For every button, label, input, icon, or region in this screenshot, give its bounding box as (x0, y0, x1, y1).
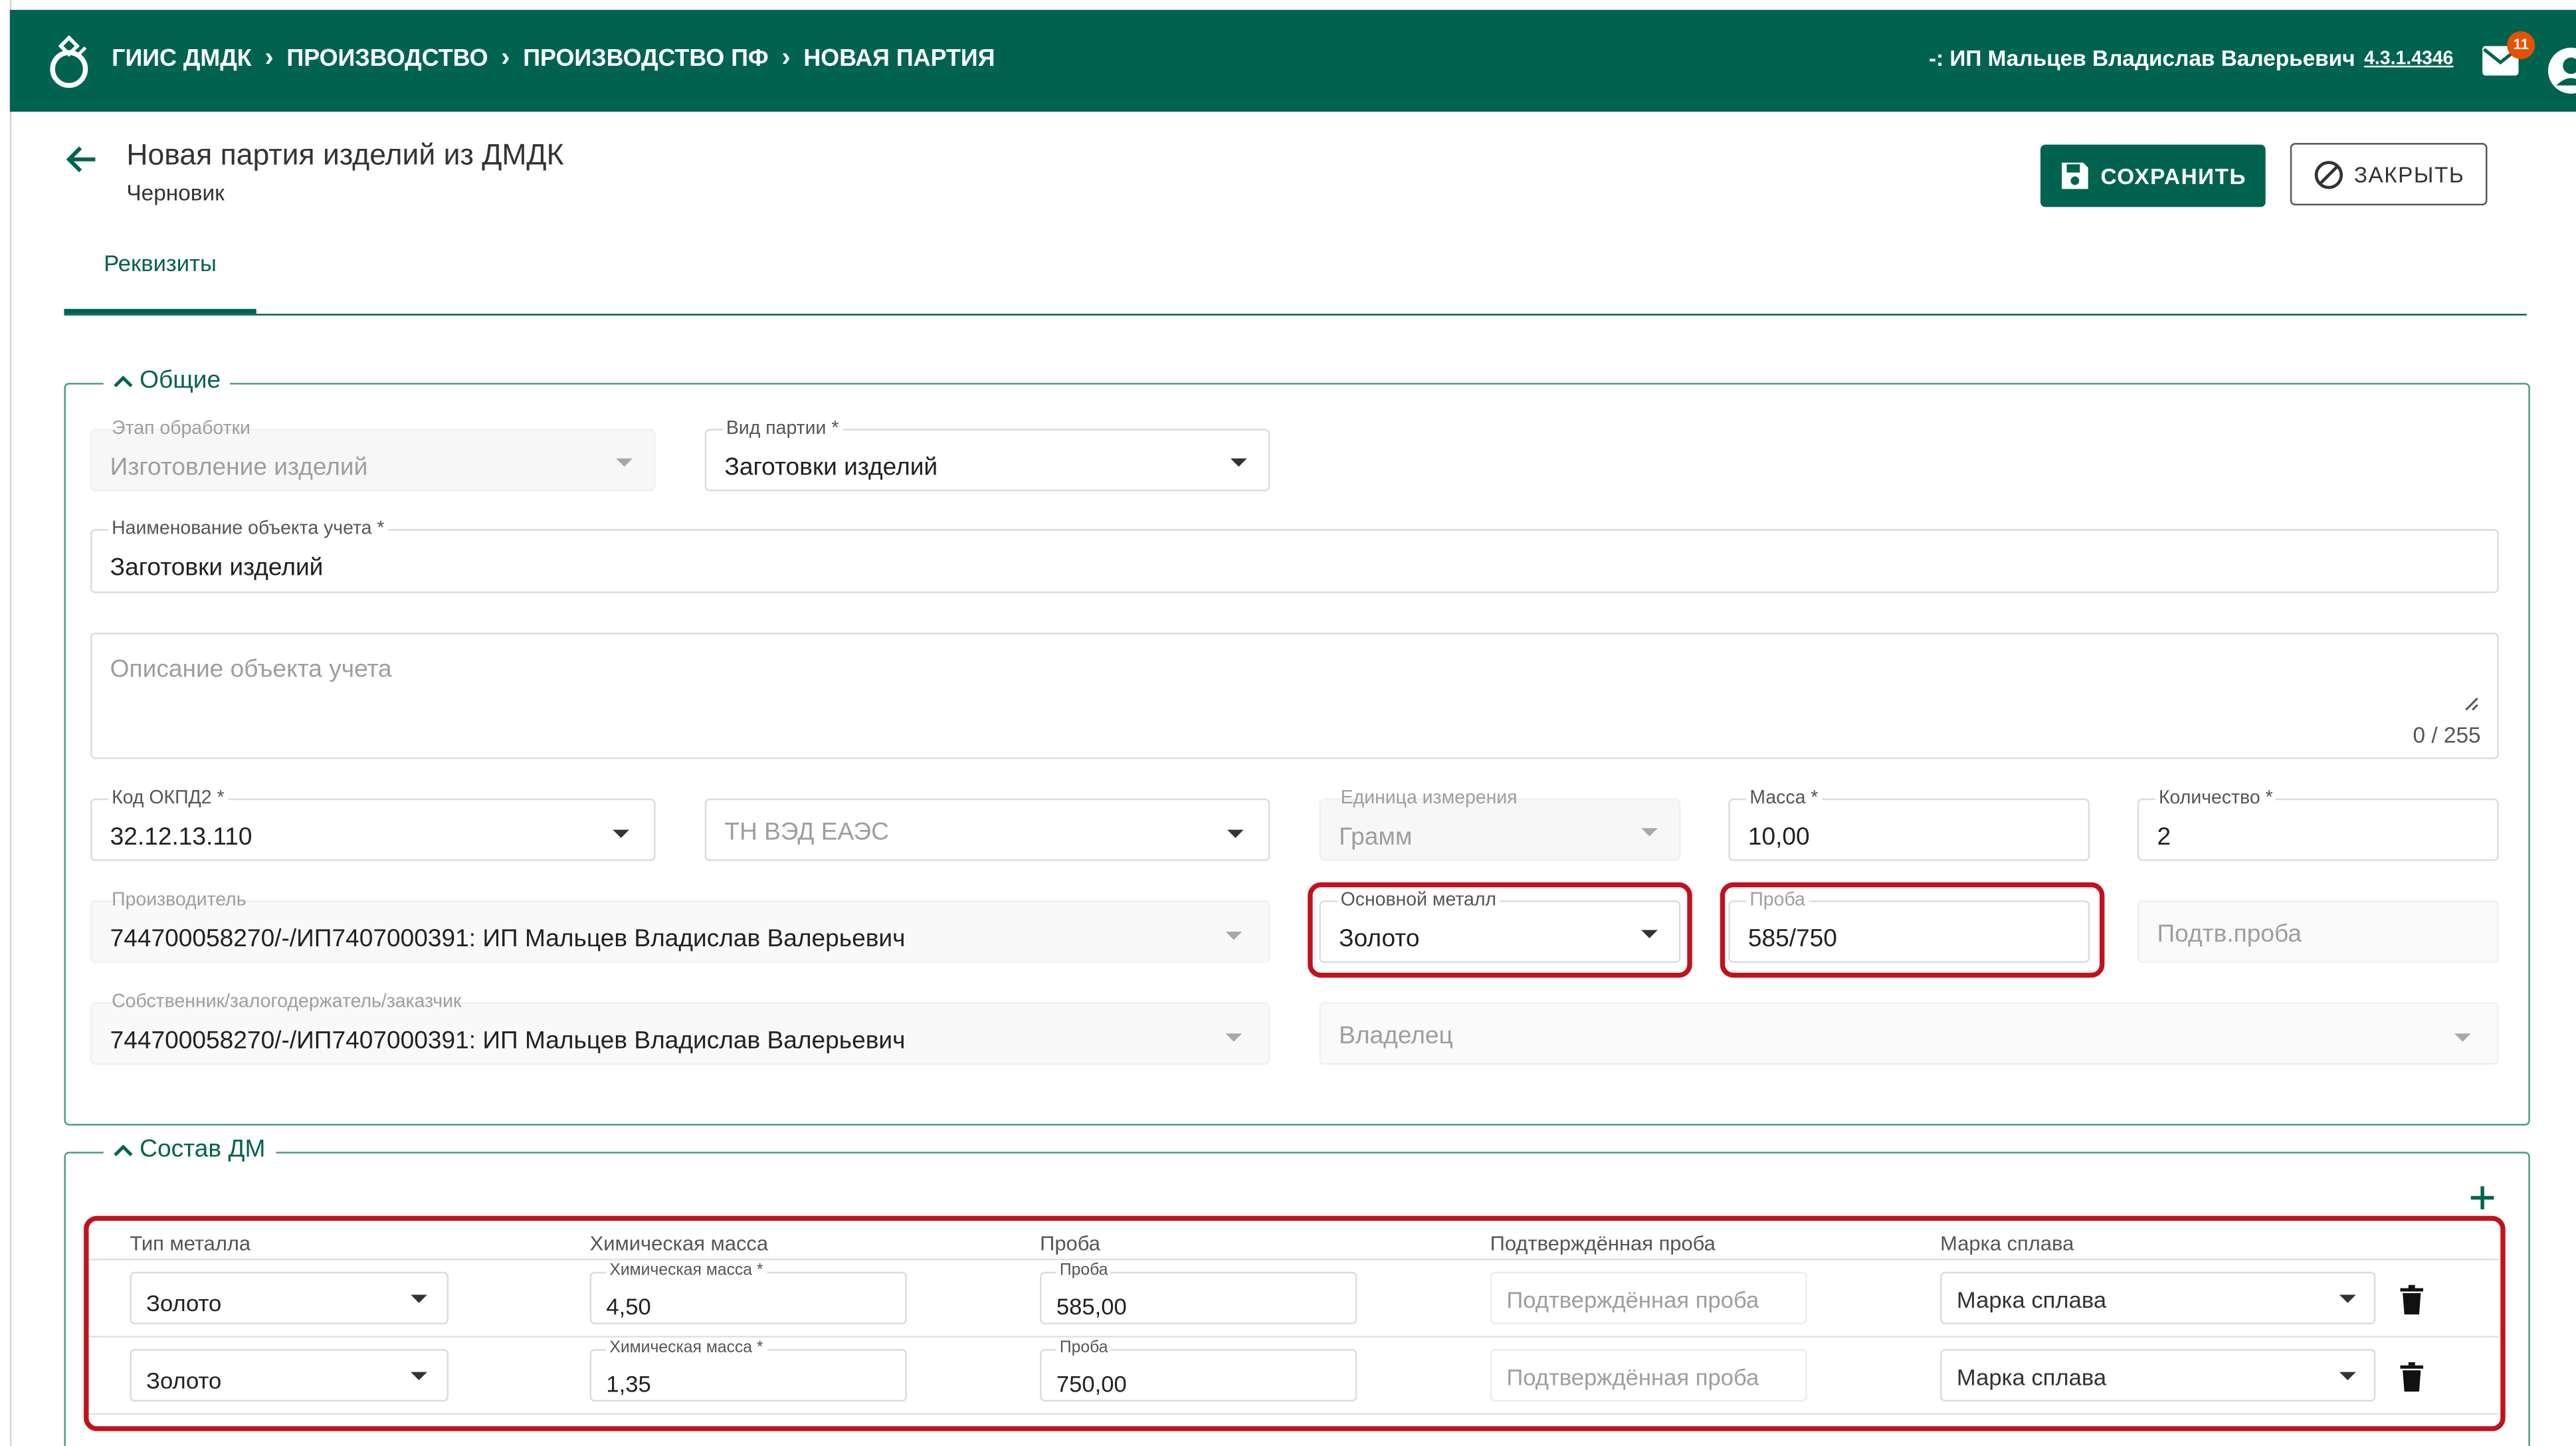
chevron-right-icon: › (501, 44, 510, 72)
dropdown-caret-icon[interactable] (613, 829, 630, 839)
quantity-input[interactable]: Количество * 2 (2137, 788, 2499, 861)
window-border (9, 0, 12, 1446)
dropdown-caret-icon (616, 458, 633, 467)
mass-label: Масса * (1746, 788, 1822, 809)
dropdown-caret-icon[interactable] (1227, 829, 1244, 839)
processing-stage-value: Изготовление изделий (110, 453, 368, 482)
close-button-label: ЗАКРЫТЬ (2353, 161, 2465, 187)
confirmed-assay-placeholder: Подтв.проба (2157, 920, 2302, 948)
dropdown-caret-icon[interactable] (2454, 1033, 2471, 1042)
save-button[interactable]: СОХРАНИТЬ (2040, 144, 2266, 207)
highlight-composition-table (84, 1215, 2506, 1431)
unit-value: Грамм (1339, 823, 1413, 851)
chevron-up-icon (114, 1144, 133, 1156)
unit-select: Единица измерения Грамм (1319, 789, 1681, 861)
description-placeholder: Описание объекта учета (110, 655, 392, 684)
description-textarea[interactable]: Описание объекта учета 0 / 255 (90, 632, 2499, 760)
ring-logo-icon[interactable] (46, 33, 95, 92)
confirmed-assay-input[interactable]: Подтв.проба (2137, 900, 2499, 963)
processing-stage-label: Этап обработки (112, 419, 250, 439)
tnved-placeholder: ТН ВЭД ЕАЭС (724, 818, 889, 847)
producer-label: Производитель (112, 890, 247, 910)
app-window: ГИИС ДМДК › ПРОИЗВОДСТВО › ПРОИЗВОДСТВО … (0, 0, 2576, 1446)
block-icon (2314, 159, 2343, 189)
batch-type-value: Заготовки изделий (724, 453, 938, 482)
breadcrumb-item-production-pf[interactable]: ПРОИЗВОДСТВО ПФ (523, 46, 768, 72)
tab-active-indicator (64, 308, 256, 314)
user-name[interactable]: -: ИП Мальцев Владислав Валерьевич (1929, 46, 2355, 70)
dropdown-caret-icon[interactable] (1225, 1033, 1242, 1042)
producer-select[interactable]: Производитель 744700058270/-/ИП740700039… (90, 890, 1270, 963)
okpd-label: Код ОКПД2 * (108, 788, 228, 809)
owner-pledger-value: 744700058270/-/ИП7407000391: ИП Мальцев … (110, 1027, 906, 1055)
okpd-value: 32.12.13.110 (110, 823, 252, 851)
breadcrumb-item-production[interactable]: ПРОИЗВОДСТВО (286, 46, 488, 72)
chevron-right-icon: › (781, 44, 791, 72)
owner-pledger-label: Собственник/залогодержатель/заказчик (112, 992, 462, 1013)
mass-value: 10,00 (1747, 823, 1810, 851)
composition-section-title: Состав ДМ (140, 1135, 266, 1164)
dropdown-caret-icon[interactable] (1230, 458, 1247, 467)
object-name-label: Наименование объекта учета * (108, 519, 388, 540)
quantity-value: 2 (2157, 823, 2171, 851)
notification-badge: 11 (2507, 31, 2535, 60)
page-title: Новая партия изделий из ДМДК (126, 138, 564, 171)
quantity-label: Количество * (2155, 788, 2276, 809)
breadcrumb: ГИИС ДМДК › ПРОИЗВОДСТВО › ПРОИЗВОДСТВО … (112, 45, 995, 74)
tabs-divider (64, 314, 2527, 316)
producer-value: 744700058270/-/ИП7407000391: ИП Мальцев … (110, 925, 906, 954)
char-counter: 0 / 255 (2413, 722, 2481, 748)
owner-pledger-select[interactable]: Собственник/залогодержатель/заказчик 744… (90, 992, 1270, 1065)
add-row-icon[interactable] (2468, 1183, 2498, 1213)
unit-label: Единица измерения (1340, 788, 1518, 809)
object-name-input[interactable]: Наименование объекта учета * Заготовки и… (90, 519, 2499, 593)
processing-stage-select: Этап обработки Изготовление изделий (90, 419, 656, 492)
highlight-assay (1720, 882, 2105, 978)
dropdown-caret-icon (1641, 828, 1658, 837)
breadcrumb-item-giis[interactable]: ГИИС ДМДК (112, 46, 252, 72)
okpd-select[interactable]: Код ОКПД2 * 32.12.13.110 (90, 788, 656, 861)
status-label: Черновик (126, 180, 225, 206)
chevron-right-icon: › (264, 44, 274, 72)
highlight-main-metal (1308, 882, 1692, 978)
user-avatar-icon[interactable] (2547, 46, 2576, 95)
tab-requisites[interactable]: Реквизиты (64, 239, 256, 314)
chevron-up-icon (114, 374, 133, 387)
owner-placeholder: Владелец (1339, 1021, 1453, 1050)
floppy-icon (2061, 162, 2088, 189)
tnved-select[interactable]: ТН ВЭД ЕАЭС (704, 798, 1270, 861)
mass-input[interactable]: Масса * 10,00 (1728, 788, 2090, 861)
object-name-value: Заготовки изделий (110, 554, 324, 582)
general-section-title: Общие (140, 366, 221, 395)
resize-handle-icon[interactable] (2464, 696, 2479, 711)
batch-type-label: Вид партии * (722, 419, 842, 439)
batch-type-select[interactable]: Вид партии * Заготовки изделий (704, 419, 1270, 492)
top-bar: ГИИС ДМДК › ПРОИЗВОДСТВО › ПРОИЗВОДСТВО … (9, 9, 2576, 112)
save-button-label: СОХРАНИТЬ (2100, 163, 2247, 189)
dropdown-caret-icon[interactable] (1225, 931, 1242, 940)
close-button[interactable]: ЗАКРЫТЬ (2290, 143, 2488, 206)
breadcrumb-item-new-batch: НОВАЯ ПАРТИЯ (803, 46, 995, 72)
owner-select[interactable]: Владелец (1319, 1002, 2499, 1065)
composition-section-toggle[interactable]: Состав ДМ (103, 1135, 276, 1164)
version-link[interactable]: 4.3.1.4346 (2364, 49, 2453, 69)
back-arrow-icon[interactable] (62, 142, 102, 177)
general-section-toggle[interactable]: Общие (103, 366, 231, 395)
